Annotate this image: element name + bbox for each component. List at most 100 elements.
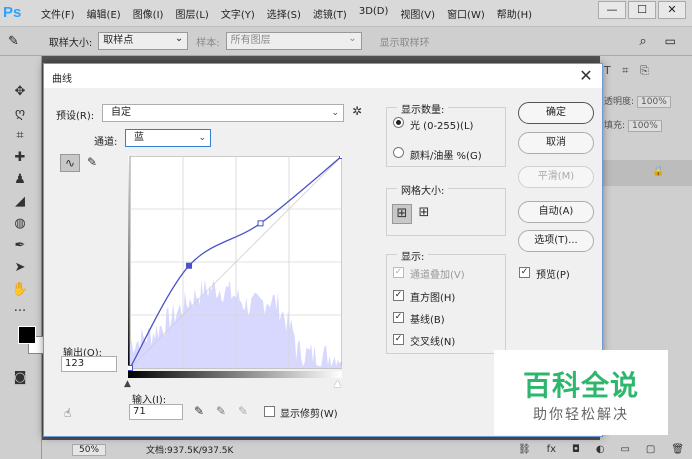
menu-item[interactable]: 文件(F)	[41, 6, 75, 21]
simple-grid-icon[interactable]: ⊞	[392, 204, 412, 224]
gear-icon[interactable]: ✲	[352, 104, 362, 118]
tools-panel: ✥ ღ ⌗ ✚ ♟ ◢ ◍ ✒ ➤ ✋ ··· ◙	[0, 56, 46, 459]
minimize-button[interactable]: —	[598, 1, 626, 19]
dialog-title: 曲线	[52, 74, 72, 85]
light-radio[interactable]	[393, 117, 404, 128]
window-controls: — ☐ ✕	[596, 1, 686, 19]
fx-icon[interactable]: fx	[547, 444, 556, 455]
channel-select[interactable]: 蓝 ⌄	[125, 129, 211, 147]
output-input[interactable]: 123	[61, 356, 117, 372]
histogram-checkbox[interactable]: ✓	[393, 290, 404, 301]
options-bar: ✎ 取样大小: 取样点 样本: 所有图层 显示取样环 ⌕ ▭	[0, 26, 692, 56]
show-ring-label[interactable]: 显示取样环	[380, 34, 430, 49]
input-input[interactable]: 71	[129, 404, 183, 420]
folder-icon[interactable]: ▭	[621, 444, 630, 455]
grid-size-title: 网格大小:	[397, 182, 449, 197]
workspace-icon[interactable]: ▭	[665, 34, 676, 48]
curve-graph[interactable]	[128, 156, 342, 378]
menu-item[interactable]: 图像(I)	[133, 6, 164, 21]
preview-checkbox[interactable]: ✓	[519, 267, 530, 278]
channel-label: 通道:	[94, 137, 118, 148]
curve-point-tool-icon[interactable]: ∿	[60, 154, 80, 172]
hand-tool-icon[interactable]: ✋	[10, 280, 30, 300]
fill-label: 填充:	[604, 121, 626, 131]
overlay-checkbox[interactable]: ✓	[393, 267, 404, 278]
eraser-tool-icon[interactable]: ◢	[10, 192, 30, 212]
text-icon[interactable]: T	[604, 64, 611, 77]
detailed-grid-icon[interactable]: ⊞	[414, 204, 434, 224]
close-app-button[interactable]: ✕	[658, 1, 686, 19]
search-icon[interactable]: ⌕	[639, 34, 646, 49]
maximize-button[interactable]: ☐	[628, 1, 656, 19]
target-adjust-icon[interactable]: ☝	[64, 406, 71, 420]
opacity-row: 透明度: 100%	[604, 94, 671, 108]
sample-size-select[interactable]: 取样点	[98, 31, 189, 50]
baseline-checkbox[interactable]: ✓	[393, 312, 404, 323]
opacity-field[interactable]: 100%	[637, 96, 671, 108]
layer-row[interactable]: 🔒	[600, 160, 692, 186]
panel-icons: T ⌗ ⎘	[604, 64, 649, 78]
fill-row: 填充: 100%	[604, 118, 662, 132]
curve-point[interactable]	[128, 365, 133, 371]
trash-icon[interactable]: 🗑	[671, 444, 684, 455]
dialog-close-icon[interactable]: ✕	[578, 66, 594, 85]
menu-item[interactable]: 编辑(E)	[87, 6, 121, 21]
eyedropper-tool-icon[interactable]: ✎	[8, 34, 19, 49]
white-eyedropper-icon[interactable]: ✎	[238, 404, 248, 418]
fill-field[interactable]: 100%	[628, 120, 662, 132]
zoom-field[interactable]: 50%	[72, 443, 107, 456]
blur-tool-icon[interactable]: ◍	[10, 214, 30, 234]
link-layers-icon[interactable]: ⛓	[518, 444, 531, 455]
options-button[interactable]: 选项(T)...	[518, 230, 594, 252]
black-point-slider-icon[interactable]: ▲	[124, 379, 131, 389]
white-point-slider-icon[interactable]: ▲	[334, 379, 341, 389]
menu-item[interactable]: 3D(D)	[359, 6, 389, 21]
curve-point[interactable]	[339, 156, 343, 159]
curve-point[interactable]	[257, 220, 264, 227]
menu-item[interactable]: 图层(L)	[175, 6, 208, 21]
menu-item[interactable]: 窗口(W)	[447, 6, 485, 21]
gray-eyedropper-icon[interactable]: ✎	[216, 404, 226, 418]
lock-icon: 🔒	[652, 166, 665, 177]
more-tools-icon[interactable]: ···	[10, 302, 30, 322]
pigment-label: 颜料/油墨 %(G)	[410, 151, 482, 162]
new-layer-icon[interactable]: ▢	[646, 444, 655, 455]
black-eyedropper-icon[interactable]: ✎	[194, 404, 204, 418]
histogram-label: 直方图(H)	[410, 293, 456, 304]
crop-tool-icon[interactable]: ⌗	[10, 126, 30, 146]
adjustment-icon[interactable]: ◐	[596, 444, 605, 455]
menu-item[interactable]: 帮助(H)	[497, 6, 532, 21]
baseline-label: 基线(B)	[410, 315, 445, 326]
watermark-subtitle: 助你轻松解决	[533, 407, 629, 423]
pigment-radio[interactable]	[393, 147, 404, 158]
watermark: 百科全说 助你轻松解决	[494, 350, 668, 435]
auto-button[interactable]: 自动(A)	[518, 201, 594, 223]
menu-item[interactable]: 视图(V)	[400, 6, 435, 21]
cancel-button[interactable]: 取消	[518, 132, 594, 154]
stamp-tool-icon[interactable]: ♟	[10, 170, 30, 190]
link-icon[interactable]: ⎘	[640, 64, 649, 77]
layer-actions: ⛓ fx ◘ ◐ ▭ ▢ 🗑	[510, 440, 692, 459]
curve-point[interactable]	[186, 262, 193, 269]
move-tool-icon[interactable]: ✥	[10, 82, 30, 102]
preset-select[interactable]: 自定 ⌄	[102, 104, 344, 122]
menu-item[interactable]: 滤镜(T)	[313, 6, 347, 21]
pencil-icon[interactable]: ✎	[84, 154, 100, 172]
menu-bar: Ps 文件(F) 编辑(E) 图像(I) 图层(L) 文字(Y) 选择(S) 滤镜(T) 3D…	[0, 0, 692, 26]
ok-button[interactable]: 确定	[518, 102, 594, 124]
healing-tool-icon[interactable]: ✚	[10, 148, 30, 168]
lasso-tool-icon[interactable]: ღ	[10, 104, 30, 124]
select-tool-icon[interactable]: ➤	[10, 258, 30, 278]
foreground-color-swatch[interactable]	[18, 326, 36, 344]
intersection-checkbox[interactable]: ✓	[393, 334, 404, 345]
smooth-button[interactable]: 平滑(M)	[518, 166, 594, 188]
show-clipping-checkbox[interactable]	[264, 406, 275, 417]
menu-item[interactable]: 文字(Y)	[221, 6, 255, 21]
transform-icon[interactable]: ⌗	[622, 64, 628, 77]
sample-select[interactable]: 所有图层	[225, 31, 362, 50]
preset-value: 自定	[111, 107, 131, 118]
pen-tool-icon[interactable]: ✒	[10, 236, 30, 256]
quick-mask-icon[interactable]: ◙	[10, 368, 30, 388]
menu-item[interactable]: 选择(S)	[267, 6, 301, 21]
mask-icon[interactable]: ◘	[572, 444, 580, 455]
